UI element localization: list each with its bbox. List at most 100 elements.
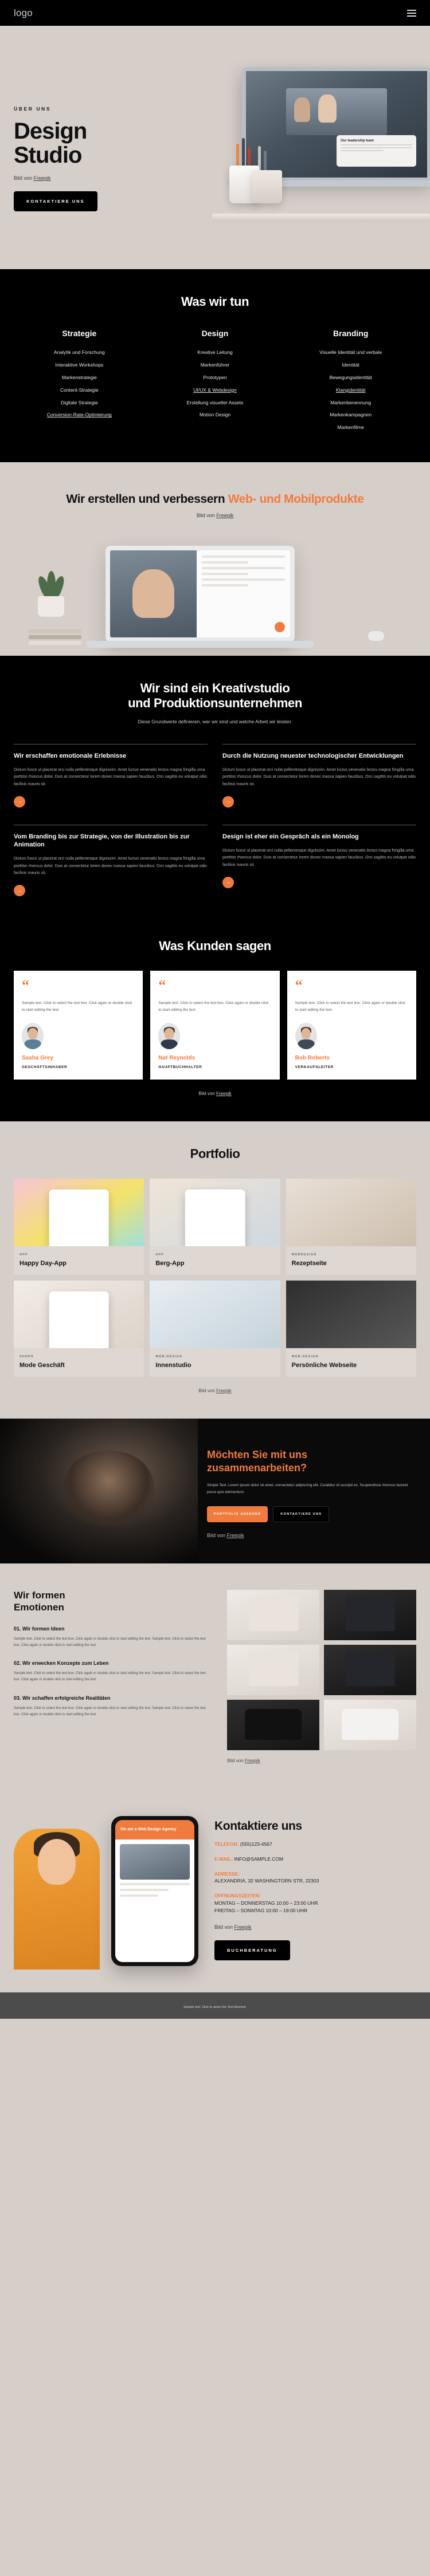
play-button-icon (275, 621, 285, 632)
portfolio-card[interactable]: APP Berg-App (150, 1179, 280, 1275)
testimonial-body: Sample text. Click to select the text bo… (158, 1001, 269, 1013)
wp-title-accent: Web- und Mobilprodukte (228, 493, 364, 506)
emotions-credit: Bild von Freepik (227, 1758, 416, 1763)
testimonial-role: VERKAUFSLEITER (295, 1065, 334, 1070)
service-item[interactable]: Prototypen (150, 375, 281, 381)
portfolio-thumbnail (150, 1179, 280, 1247)
portfolio-grid: APP Happy Day-App APP Berg-App WEBDESIGN… (14, 1179, 416, 1377)
testimonial-role: GESCHÄFTSINHABER (22, 1065, 68, 1070)
services-columns: Strategie Analytik und Forschung Interak… (14, 329, 416, 437)
hours-label: ÖFFNUNGSZEITEN: (214, 1893, 261, 1899)
freepik-link[interactable]: Freepik (216, 513, 233, 518)
service-item[interactable]: Conversion-Rate-Optimierung (14, 412, 145, 419)
collaborate-title: Möchten Sie mit uns zusammenarbeiten? (207, 1448, 416, 1474)
collaborate-buttons: PORTFOLIO ANSEHEN KONTAKTIERE UNS (206, 1506, 416, 1523)
person-image (14, 1829, 100, 1970)
credit-prefix: Bild von (198, 1388, 216, 1394)
service-item[interactable]: Markenführer (150, 362, 281, 369)
gallery-tile (324, 1590, 416, 1641)
view-portfolio-button[interactable]: PORTFOLIO ANSEHEN (206, 1506, 268, 1523)
arrow-right-icon[interactable]: → (222, 795, 234, 808)
portfolio-thumbnail (150, 1281, 280, 1349)
freepik-link[interactable]: Freepik (216, 1091, 232, 1096)
service-item[interactable]: Visuelle Identität und verbale (285, 349, 416, 356)
contact-title: Kontaktiere uns (214, 1819, 302, 1833)
address-value: ALEXANDRIA, 32 WASHINGTORN STR, 22303 (214, 1878, 319, 1884)
service-list: Kreative Leitung Markenführer Prototypen… (150, 349, 281, 419)
service-item[interactable]: Markenkampagnen (285, 412, 416, 419)
credit-prefix: Bild von (214, 1924, 234, 1931)
emotion-step-title: 01. Wir formen Ideen (14, 1625, 65, 1632)
portrait-image (0, 1419, 198, 1564)
service-item[interactable]: Digitale Strategie (14, 400, 145, 407)
credit-prefix: Bild von (206, 1533, 227, 1539)
service-item[interactable]: Bewegungsidentität (285, 375, 416, 381)
service-item[interactable]: Analytik und Forschung (14, 349, 145, 356)
site-header: logo (0, 0, 430, 26)
web-products-illustration (14, 524, 416, 656)
values-section: Wir sind ein Kreativstudio und Produktio… (0, 655, 430, 922)
service-item[interactable]: Markenstrategie (14, 375, 145, 381)
service-item[interactable]: Identität (285, 362, 416, 369)
desk-surface (212, 214, 430, 222)
arrow-right-icon[interactable]: → (14, 795, 25, 808)
collaborate-body: Simple Text. Lorem ipsum dolor sit amet,… (206, 1483, 408, 1495)
contact-credit: Bild von Freepik (214, 1924, 416, 1930)
arrow-right-icon[interactable]: → (14, 885, 25, 897)
site-footer: Sample text. Click to select the Text El… (0, 1992, 430, 2019)
freepik-link[interactable]: Freepik (245, 1758, 260, 1763)
service-item[interactable]: UI/UX & Webdesign (150, 387, 281, 394)
service-item[interactable]: Markenbenennung (285, 400, 416, 407)
gallery-tile (227, 1590, 320, 1641)
hero-title-line-2: Studio (14, 142, 82, 168)
testimonial-role: HAUPTBUCHHALTER (158, 1065, 202, 1070)
hero-illustration: Our leadership team (178, 50, 430, 233)
phone-headline: We are a Web Design Agency (115, 1820, 194, 1840)
hero-eyebrow: ÜBER UNS (14, 106, 52, 112)
portfolio-card[interactable]: WEBDESIGN Rezeptseite (286, 1179, 416, 1275)
service-item[interactable]: Interaktive Workshops (14, 362, 145, 369)
portfolio-card[interactable]: WEB-DESIGN Persönliche Webseite (286, 1281, 416, 1377)
portfolio-card[interactable]: WEB-DESIGN Innenstudio (150, 1281, 280, 1377)
testimonial-body: Sample text. Click to select the text bo… (295, 1001, 405, 1013)
portfolio-name: Happy Day-App (19, 1260, 67, 1267)
freepik-link[interactable]: Freepik (234, 1924, 252, 1930)
service-item[interactable]: Content-Strategie (14, 387, 145, 394)
service-item[interactable]: Kreative Leitung (150, 349, 281, 356)
service-item[interactable]: Erstellung visueller Assets (150, 400, 281, 407)
phone-value[interactable]: (555)123-4567 (240, 1841, 272, 1847)
collaborate-section: Möchten Sie mit uns zusammenarbeiten? Si… (0, 1419, 430, 1564)
plant-decoration (34, 569, 68, 617)
freepik-link[interactable]: Freepik (216, 1388, 232, 1393)
portfolio-card[interactable]: SHOPS Mode Geschäft (14, 1281, 144, 1377)
contact-details: Kontaktiere uns TELEFON: (555)123-4567 E… (214, 1809, 416, 1961)
service-item[interactable]: Klangidentität (285, 387, 416, 394)
hero-contact-button[interactable]: KONTAKTIERE UNS (14, 191, 97, 212)
freepik-link[interactable]: Freepik (226, 1533, 244, 1538)
hours-line-1: MONTAG – DONNERSTAG 10:00 – 23:00 UHR (214, 1900, 318, 1906)
arrow-right-icon[interactable]: → (222, 876, 234, 888)
testimonial-name: Bob Roberts (295, 1055, 330, 1062)
portfolio-tag: APP (155, 1253, 164, 1257)
service-item[interactable]: Markenfilme (285, 424, 416, 431)
value-card: Vom Branding bis zur Strategie, von der … (14, 824, 208, 897)
value-heading: Wir erschaffen emotionale Erlebnisse (14, 752, 127, 759)
book-consultation-button[interactable]: BUCHBERATUNG (214, 1940, 290, 1961)
hamburger-icon[interactable] (407, 9, 416, 17)
divider (14, 743, 208, 745)
gallery-tile (227, 1700, 320, 1751)
service-item[interactable]: Motion Design (150, 412, 281, 419)
email-value[interactable]: INFO@SAMPLE.COM (234, 1856, 283, 1862)
portfolio-title: Portfolio (190, 1147, 240, 1161)
portfolio-card[interactable]: APP Happy Day-App (14, 1179, 144, 1275)
contact-phone: TELEFON: (555)123-4567 (214, 1841, 416, 1848)
testimonial-name: Nat Reynolds (158, 1055, 196, 1062)
email-label: E-MAIL: (214, 1856, 233, 1862)
logo[interactable]: logo (14, 7, 33, 19)
freepik-link[interactable]: Freepik (34, 175, 51, 181)
emotion-step: 02. Wir erwecken Konzepte zum Leben Samp… (14, 1660, 212, 1683)
books-decoration (29, 629, 81, 645)
service-column-design: Design Kreative Leitung Markenführer Pro… (150, 329, 281, 437)
emotion-step-title: 02. Wir erwecken Konzepte zum Leben (14, 1660, 109, 1667)
contact-us-button[interactable]: KONTAKTIERE UNS (273, 1506, 330, 1523)
